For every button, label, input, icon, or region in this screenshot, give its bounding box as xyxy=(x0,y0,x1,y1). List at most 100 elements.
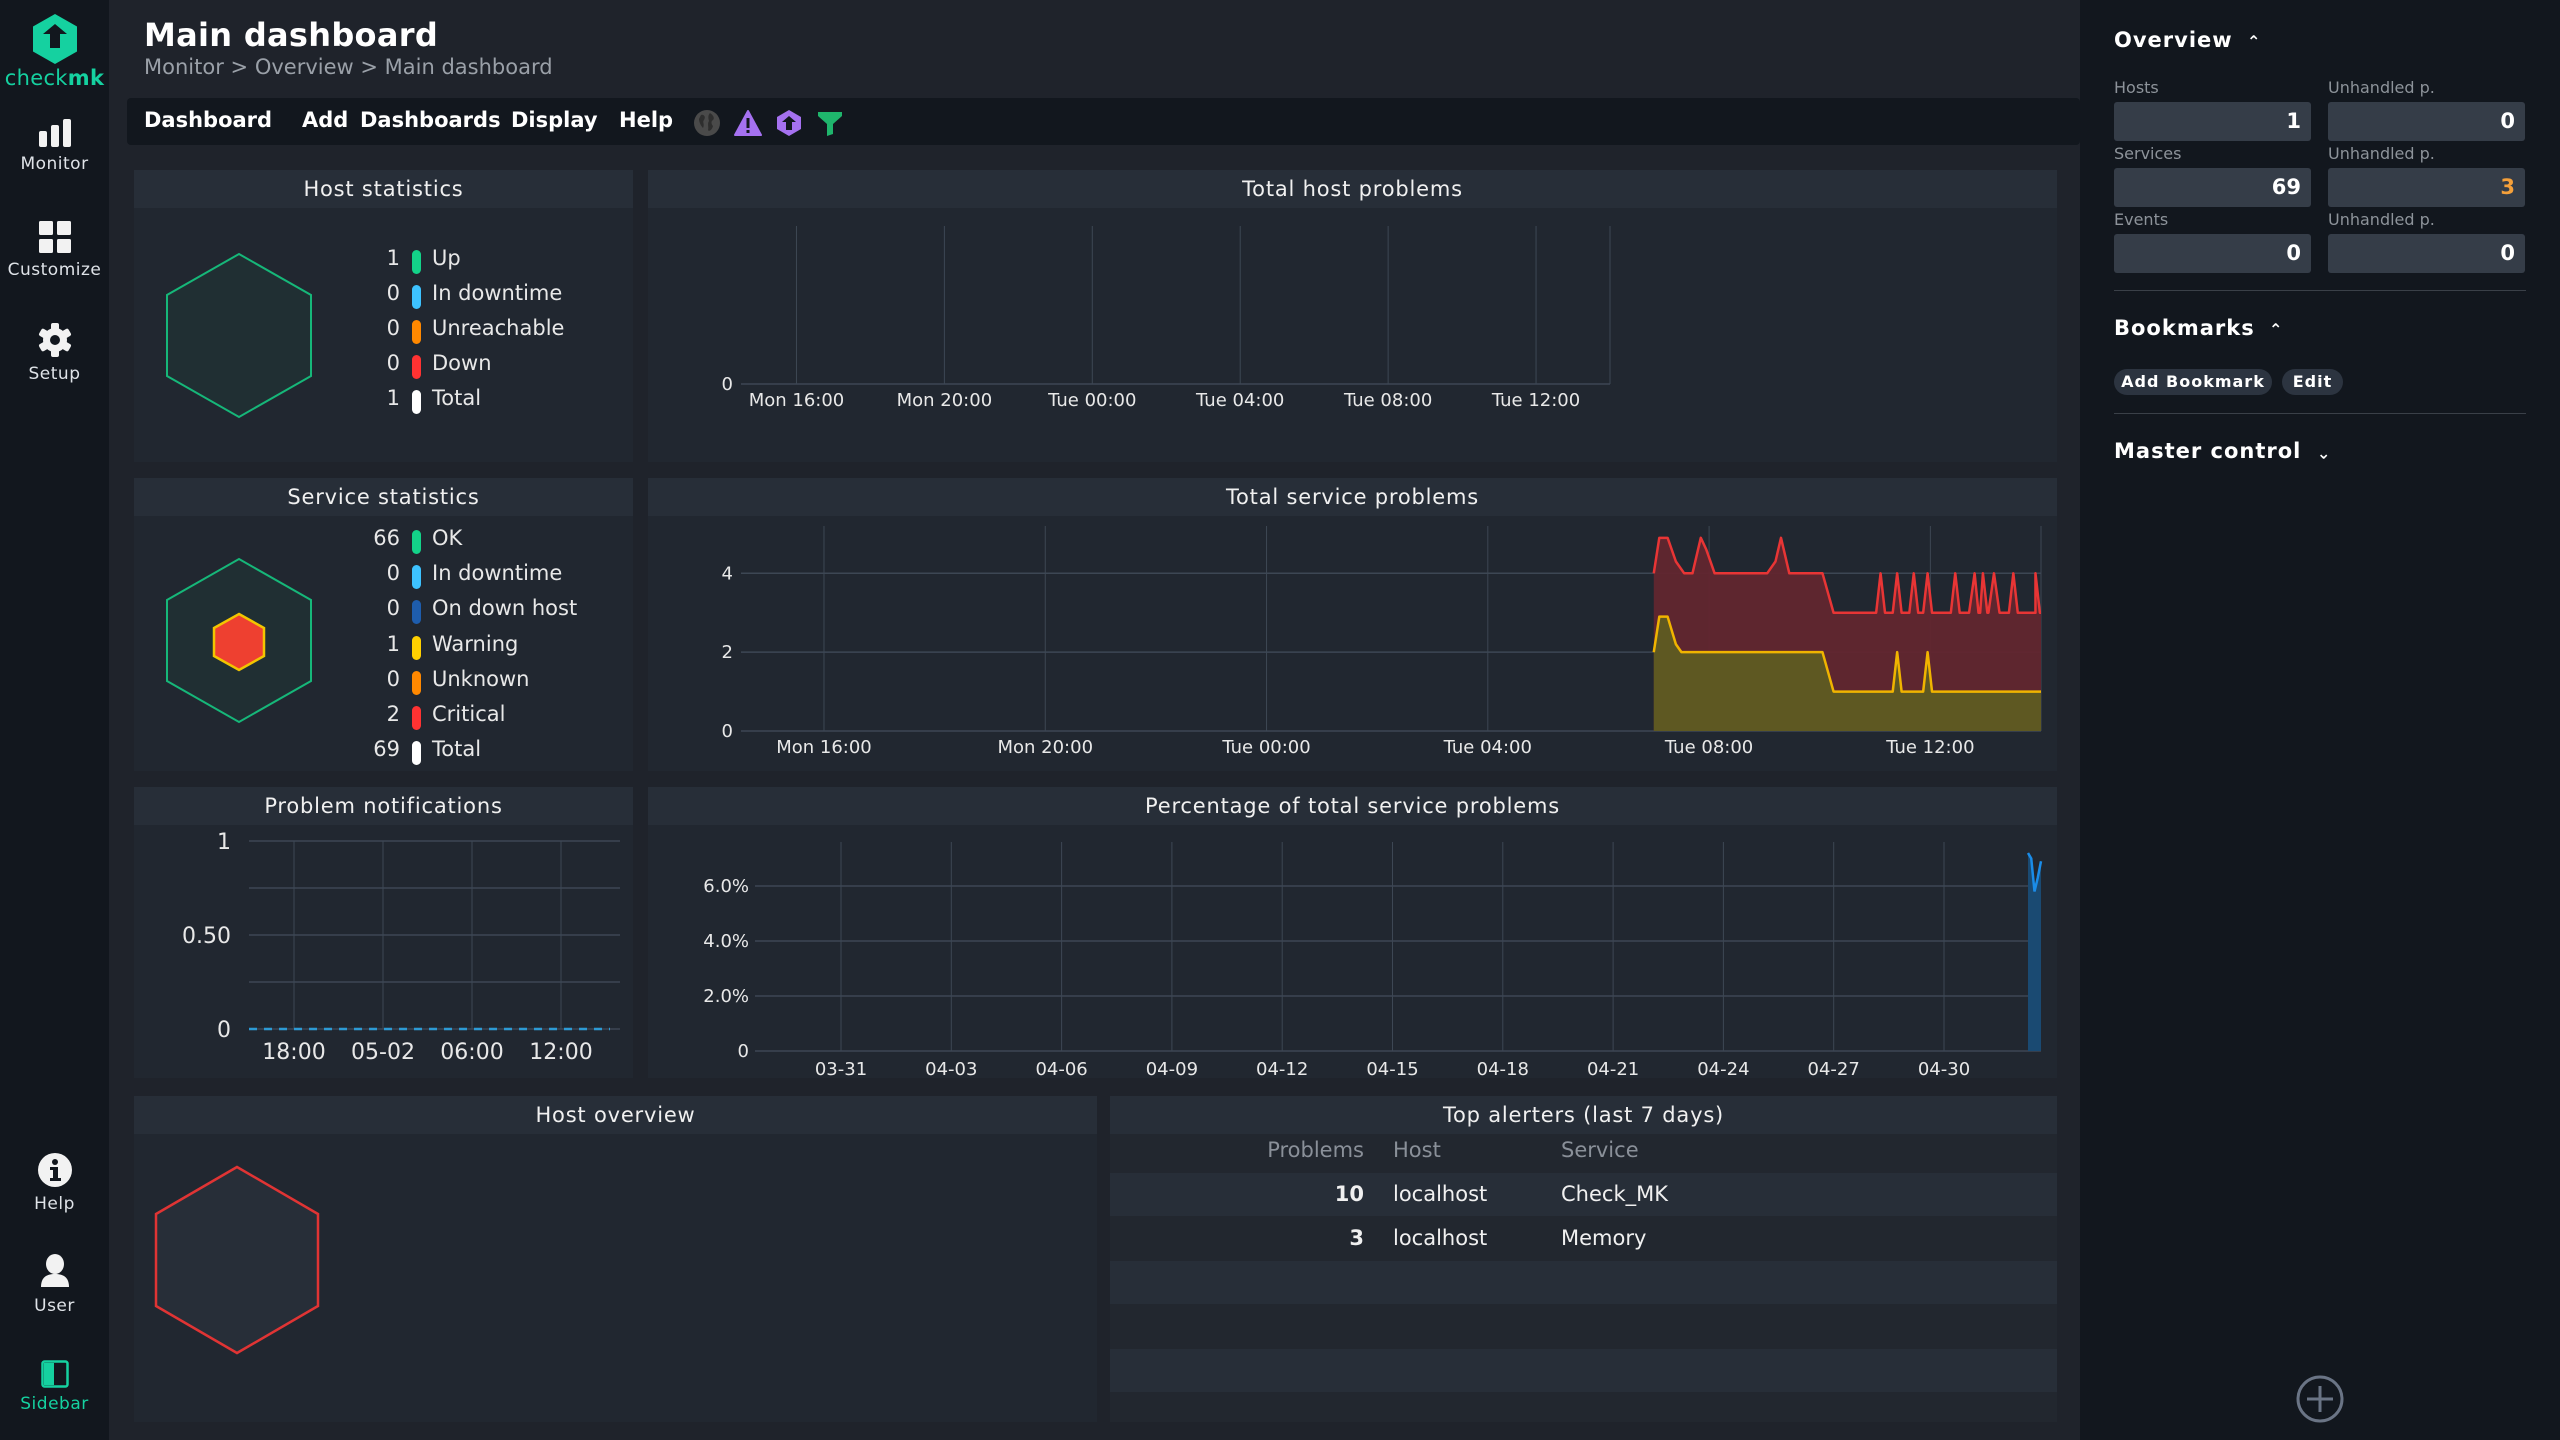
checkmk-purple-icon[interactable] xyxy=(775,109,803,137)
events-count[interactable]: 0 xyxy=(2114,234,2311,273)
host-stat-label: In downtime xyxy=(432,281,563,305)
filter-icon[interactable] xyxy=(816,109,844,137)
host-overview-hexagon[interactable] xyxy=(152,1164,322,1356)
nav-help[interactable]: Help xyxy=(0,1152,109,1214)
menu-dashboard[interactable]: Dashboard xyxy=(144,108,272,132)
total-host-problems-chart[interactable]: Mon 16:00 Mon 20:00 Tue 00:00 Tue 04:00 Tue … xyxy=(648,208,2057,462)
gear-icon xyxy=(38,323,71,357)
master-control-snapin-header[interactable]: Master control ⌃ xyxy=(2114,439,2330,463)
breadcrumb-overview[interactable]: Overview xyxy=(255,55,354,79)
globe-icon[interactable] xyxy=(693,109,721,137)
column-header-host[interactable]: Host xyxy=(1393,1138,1441,1162)
breadcrumb-monitor[interactable]: Monitor xyxy=(144,55,224,79)
service-stat-label: In downtime xyxy=(432,561,563,586)
cell-problems: 3 xyxy=(1349,1226,1364,1250)
table-row xyxy=(1110,1261,2057,1304)
cell-service[interactable]: Memory xyxy=(1561,1226,1646,1250)
column-header-service[interactable]: Service xyxy=(1561,1138,1639,1162)
host-statistics-panel: Host statistics 1 Up 0 In downtime 0 Unreacha… xyxy=(134,170,633,462)
percentage-service-problems-chart[interactable]: 0 2.0% 4.0% 6.0% 03-31 04-03 04-06 04-09 04-12 04… xyxy=(648,825,2057,1078)
hosts-unhandled-count[interactable]: 0 xyxy=(2328,102,2525,141)
service-stat-label: Critical xyxy=(432,702,506,726)
problem-notifications-panel: Problem notifications 18:00 05-02 06:00 12:… xyxy=(134,787,633,1078)
host-overview-title: Host overview xyxy=(134,1096,1097,1134)
service-stat-label: Unknown xyxy=(432,666,530,691)
status-color-pill xyxy=(412,670,421,695)
y-tick-label: 0 xyxy=(722,721,733,742)
service-statistics-hexagon[interactable] xyxy=(164,555,314,725)
total-service-problems-chart[interactable]: Mon 16:00 Mon 20:00 Tue 00:00 Tue 04:00 Tue … xyxy=(648,516,2057,771)
table-row[interactable]: 10 localhost Check_MK xyxy=(1110,1173,2057,1216)
service-problem-hexagon[interactable] xyxy=(212,612,266,672)
table-row xyxy=(1110,1305,2057,1348)
nav-user[interactable]: User xyxy=(0,1254,109,1316)
service-stat-label: OK xyxy=(432,526,463,550)
menu-help[interactable]: Help xyxy=(619,108,673,132)
service-stat-count: 1 xyxy=(386,631,400,656)
warning-icon[interactable] xyxy=(734,109,762,137)
events-label: Events xyxy=(2114,210,2169,229)
events-unhandled-count[interactable]: 0 xyxy=(2328,234,2525,273)
host-statistics-hexagon[interactable] xyxy=(164,250,314,420)
status-color-pill xyxy=(412,635,421,660)
chevron-down-icon: ⌃ xyxy=(2315,443,2331,462)
x-tick-label: 04-18 xyxy=(1477,1059,1529,1078)
plus-circle-icon[interactable] xyxy=(2295,1374,2345,1424)
status-color-pill xyxy=(412,250,421,274)
bookmarks-snapin-header[interactable]: Bookmarks ⌃ xyxy=(2114,316,2283,340)
checkmk-logo[interactable]: checkmk xyxy=(0,12,109,90)
nav-customize[interactable]: Customize xyxy=(0,220,109,280)
top-alerters-panel: Top alerters (last 7 days) Problems Host… xyxy=(1110,1096,2057,1422)
chevron-up-icon: ⌃ xyxy=(2246,32,2262,51)
x-tick-label: Tue 08:00 xyxy=(1343,390,1432,411)
nav-monitor-label: Monitor xyxy=(20,154,89,174)
nav-setup[interactable]: Setup xyxy=(0,322,109,384)
nav-customize-label: Customize xyxy=(7,260,102,280)
x-tick-label: 04-27 xyxy=(1808,1059,1860,1078)
sidebar-divider xyxy=(2114,290,2526,291)
host-stat-label: Up xyxy=(432,246,461,270)
column-header-problems[interactable]: Problems xyxy=(1110,1138,1364,1162)
hosts-count[interactable]: 1 xyxy=(2114,102,2311,141)
edit-bookmarks-button[interactable]: Edit xyxy=(2282,369,2343,395)
menu-add[interactable]: Add xyxy=(302,108,348,132)
service-stat-count: 0 xyxy=(386,596,400,621)
logo-text: checkmk xyxy=(4,66,105,90)
services-count[interactable]: 69 xyxy=(2114,168,2311,207)
y-tick-label: 2 xyxy=(722,642,733,663)
nav-sidebar[interactable]: Sidebar xyxy=(0,1360,109,1414)
host-stat-count: 0 xyxy=(386,316,400,340)
menu-dashboards[interactable]: Dashboards xyxy=(360,108,501,132)
add-bookmark-button[interactable]: Add Bookmark xyxy=(2114,369,2272,395)
x-tick-label: Tue 04:00 xyxy=(1443,737,1532,758)
user-icon xyxy=(40,1254,69,1287)
service-stat-label: Warning xyxy=(432,631,519,656)
chevron-up-icon: ⌃ xyxy=(2269,320,2284,339)
services-unhandled-label: Unhandled p. xyxy=(2328,144,2435,163)
table-row[interactable]: 3 localhost Memory xyxy=(1110,1217,2057,1260)
problem-notifications-title: Problem notifications xyxy=(134,787,633,825)
y-tick-label: 0.50 xyxy=(182,924,231,949)
x-tick-label: Mon 20:00 xyxy=(997,737,1093,758)
menu-display[interactable]: Display xyxy=(511,108,598,132)
problem-notifications-chart[interactable]: 18:00 05-02 06:00 12:00 0 0.50 1 xyxy=(134,825,633,1078)
host-stat-label: Total xyxy=(432,386,482,410)
breadcrumb-main-dashboard[interactable]: Main dashboard xyxy=(385,55,553,79)
services-unhandled-count[interactable]: 3 xyxy=(2328,168,2525,207)
x-tick-label: 04-24 xyxy=(1697,1059,1749,1078)
host-statistics-title: Host statistics xyxy=(134,170,633,208)
host-stat-count: 1 xyxy=(386,386,400,410)
percentage-service-problems-panel: Percentage of total service problems 0 2.… xyxy=(648,787,2057,1078)
nav-monitor[interactable]: Monitor xyxy=(0,118,109,174)
y-tick-label: 0 xyxy=(738,1041,749,1062)
page-menu-bar: Dashboard Add Dashboards Display Help xyxy=(127,98,2080,145)
x-tick-label: 12:00 xyxy=(529,1040,592,1065)
info-icon xyxy=(37,1153,72,1187)
total-service-problems-title: Total service problems xyxy=(648,478,2057,516)
service-stat-count: 2 xyxy=(386,702,400,726)
x-tick-label: 06:00 xyxy=(440,1040,503,1065)
cell-host[interactable]: localhost xyxy=(1393,1226,1487,1250)
overview-snapin-header[interactable]: Overview ⌃ xyxy=(2114,28,2261,52)
cell-host[interactable]: localhost xyxy=(1393,1182,1487,1206)
cell-service[interactable]: Check_MK xyxy=(1561,1182,1668,1206)
